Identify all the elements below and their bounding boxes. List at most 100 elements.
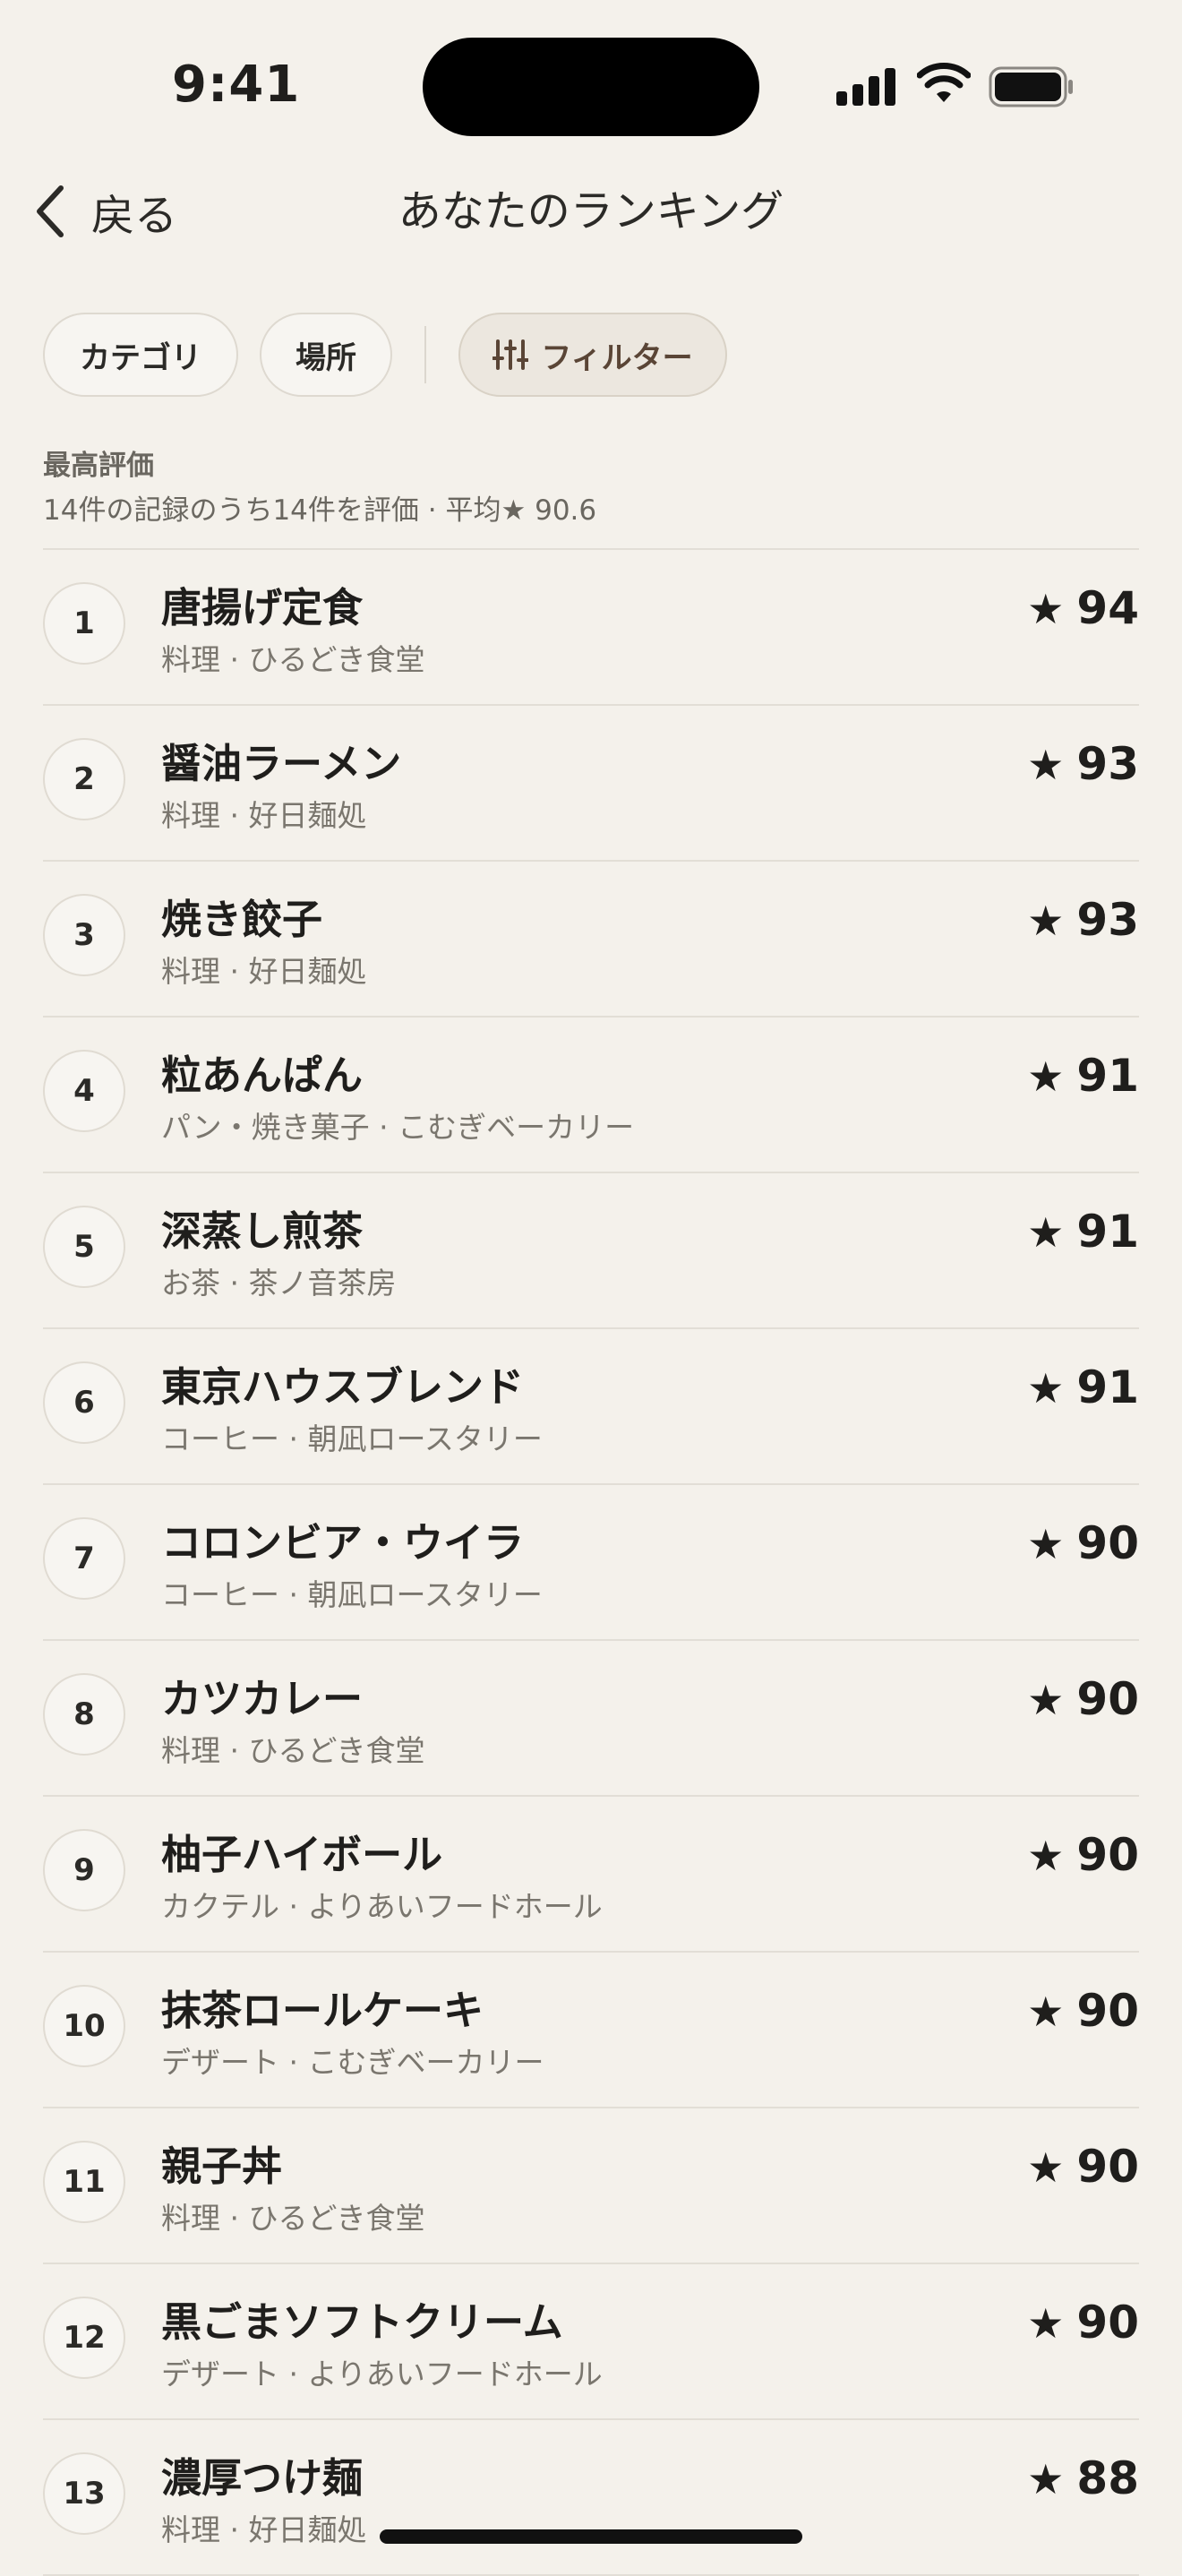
item-name: 濃厚つけ麺 — [161, 2454, 364, 2502]
filter-chips: カテゴリ 場所 フィルター — [43, 312, 727, 398]
star-icon: ★ — [1027, 1052, 1065, 1101]
score: ★ 90 — [1027, 2297, 1139, 2348]
dynamic-island — [423, 38, 759, 136]
star-icon: ★ — [1027, 2143, 1065, 2192]
status-bar: 9:41 — [0, 0, 1182, 170]
rank-badge: 7 — [43, 1517, 125, 1600]
signal-icon — [836, 68, 897, 106]
star-icon: ★ — [1027, 1988, 1065, 2036]
filter-button[interactable]: フィルター — [458, 313, 727, 397]
ranking-row[interactable]: 1 唐揚げ定食料理 · ひるどき食堂 ★ 94 — [43, 550, 1139, 706]
item-subtitle: デザート · よりあいフードホール — [161, 2357, 603, 2391]
item-name: 粒あんぱん — [161, 1052, 364, 1099]
score-value: 93 — [1076, 738, 1139, 790]
item-subtitle: カクテル · よりあいフードホール — [161, 1889, 603, 1924]
item-subtitle: コーヒー · 朝凪ロースタリー — [161, 1421, 543, 1456]
chevron-left-icon — [37, 185, 64, 237]
star-icon: ★ — [1027, 1364, 1065, 1413]
rank-badge: 1 — [43, 582, 125, 665]
item-subtitle: 料理 · 好日麺処 — [161, 954, 367, 989]
item-name: 親子丼 — [161, 2142, 283, 2190]
filter-button-label: フィルター — [541, 339, 693, 376]
star-icon: ★ — [1027, 741, 1065, 789]
score: ★ 93 — [1027, 894, 1139, 946]
ranking-row[interactable]: 8 カツカレー 料理 · ひるどき食堂 ★ 90 — [43, 1641, 1139, 1797]
score-value: 90 — [1076, 1673, 1139, 1725]
score-value: 90 — [1076, 1829, 1139, 1881]
score: ★ 91 — [1027, 1206, 1139, 1258]
star-icon: ★ — [1027, 1676, 1065, 1724]
item-name: 東京ハウスブレンド — [161, 1363, 525, 1411]
ranking-row[interactable]: 5 深蒸し煎茶 お茶 · 茶ノ音茶房 ★ 91 — [43, 1173, 1139, 1329]
section-title: 最高評価 — [43, 450, 154, 482]
star-icon: ★ — [1027, 897, 1065, 945]
score: ★ 90 — [1027, 1829, 1139, 1881]
rank-badge: 9 — [43, 1829, 125, 1911]
rank-badge: 13 — [43, 2452, 125, 2535]
star-icon: ★ — [1027, 585, 1065, 633]
score-value: 90 — [1076, 1517, 1139, 1569]
score: ★ 94 — [1027, 582, 1139, 634]
section-summary: 14件の記録のうち14件を評価 · 平均★ 90.6 — [43, 494, 597, 527]
item-subtitle: お茶 · 茶ノ音茶房 — [161, 1266, 397, 1301]
ranking-row[interactable]: 2 醤油ラーメン料理 · 好日麺処 ★ 93 — [43, 706, 1139, 862]
score: ★ 90 — [1027, 1985, 1139, 2037]
home-indicator — [380, 2529, 802, 2544]
item-name: 深蒸し煎茶 — [161, 1207, 364, 1255]
ranking-row[interactable]: 11 親子丼 料理 · ひるどき食堂 ★ 90 — [43, 2108, 1139, 2264]
item-subtitle: デザート · こむぎベーカリー — [161, 2045, 544, 2080]
item-name: 焼き餃子 — [161, 896, 323, 943]
battery-icon — [989, 66, 1073, 107]
rank-badge: 6 — [43, 1361, 125, 1444]
item-subtitle: 料理 · ひるどき食堂 — [161, 642, 425, 677]
item-name: コロンビア・ウイラ — [161, 1519, 525, 1567]
rank-badge: 2 — [43, 738, 125, 820]
score: ★ 90 — [1027, 2141, 1139, 2193]
rank-badge: 11 — [43, 2141, 125, 2223]
ranking-row[interactable]: 9 柚子ハイボール カクテル · よりあいフードホール ★ 90 — [43, 1797, 1139, 1953]
rank-badge: 3 — [43, 894, 125, 976]
item-name: 抹茶ロールケーキ — [161, 1987, 484, 2034]
item-name: 醤油ラーメン — [161, 740, 402, 787]
category-chip-label: カテゴリ — [80, 339, 201, 376]
item-subtitle: 料理 · 好日麺処 — [161, 798, 367, 833]
back-button[interactable]: 戻る — [32, 176, 177, 247]
score-value: 90 — [1076, 2141, 1139, 2193]
sliders-icon — [492, 339, 529, 370]
ranking-row[interactable]: 12 黒ごまソフトクリームデザート · よりあいフードホール ★ 90 — [43, 2264, 1139, 2420]
rank-badge: 10 — [43, 1985, 125, 2067]
score: ★ 91 — [1027, 1361, 1139, 1413]
ranking-list: 1 唐揚げ定食 料理 · ひるどき食堂 ★ 94 2 醤油ラーメン 料理 · 好日麺処 ★ 93 3… — [43, 550, 1139, 2576]
item-subtitle: 料理 · 好日麺処 — [161, 2512, 367, 2547]
score-value: 94 — [1076, 582, 1139, 634]
wifi-icon — [917, 63, 971, 102]
chip-divider — [424, 326, 426, 383]
category-chip[interactable]: カテゴリ — [43, 313, 238, 397]
item-name: 唐揚げ定食 — [161, 584, 364, 631]
star-icon: ★ — [1027, 2455, 1065, 2503]
ranking-row[interactable]: 7 コロンビア・ウイラコーヒー · 朝凪ロースタリー ★ 90 — [43, 1485, 1139, 1641]
ranking-row[interactable]: 3 焼き餃子料理 · 好日麺処 ★ 93 — [43, 862, 1139, 1018]
ranking-row[interactable]: 6 東京ハウスブレンドコーヒー · 朝凪ロースタリー ★ 91 — [43, 1329, 1139, 1485]
score: ★ 93 — [1027, 738, 1139, 790]
star-icon: ★ — [1027, 2299, 1065, 2348]
item-name: カツカレー — [161, 1675, 364, 1722]
item-name: 黒ごまソフトクリーム — [161, 2298, 563, 2346]
score-value: 93 — [1076, 894, 1139, 946]
score: ★ 90 — [1027, 1517, 1139, 1569]
star-icon: ★ — [1027, 1520, 1065, 1568]
score-value: 88 — [1076, 2452, 1139, 2504]
score-value: 90 — [1076, 2297, 1139, 2348]
ranking-row[interactable]: 4 粒あんぱん パン・焼き菓子 · こむぎベーカリー ★ 91 — [43, 1018, 1139, 1173]
score-value: 91 — [1076, 1206, 1139, 1258]
place-chip[interactable]: 場所 — [260, 313, 392, 397]
rank-badge: 12 — [43, 2297, 125, 2379]
ranking-row[interactable]: 13 濃厚つけ麺料理 · 好日麺処 ★ 88 — [43, 2420, 1139, 2576]
back-label: 戻る — [91, 191, 178, 241]
item-subtitle: コーヒー · 朝凪ロースタリー — [161, 1577, 543, 1612]
item-subtitle: パン・焼き菓子 · こむぎベーカリー — [161, 1110, 635, 1145]
ranking-row[interactable]: 10 抹茶ロールケーキデザート · こむぎベーカリー ★ 90 — [43, 1953, 1139, 2108]
score: ★ 88 — [1027, 2452, 1139, 2504]
rank-badge: 4 — [43, 1050, 125, 1132]
item-subtitle: 料理 · ひるどき食堂 — [161, 1733, 425, 1768]
